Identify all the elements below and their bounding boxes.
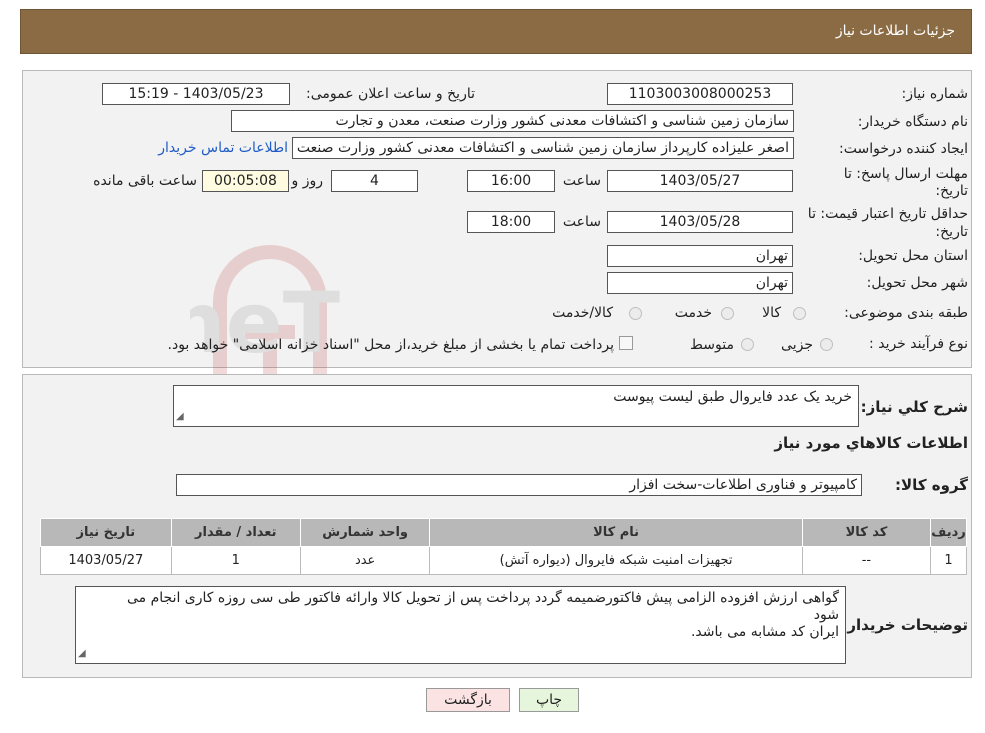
goods-table-header: ردیف کد کالا نام کالا واحد شمارش تعداد /… <box>40 518 967 547</box>
category-option-goods-service: کالا/خدمت <box>552 305 613 321</box>
print-button[interactable]: چاپ <box>519 688 579 712</box>
deadline-label: مهلت ارسال پاسخ: تا <box>843 166 968 182</box>
validity-date-field: 1403/05/28 <box>607 211 793 233</box>
process-option-medium: متوسط <box>690 337 734 353</box>
resize-handle-icon[interactable]: ◢ <box>176 408 184 425</box>
remaining-time-label: ساعت باقی مانده <box>93 173 197 189</box>
need-number-field: 1103003008000253 <box>607 83 793 105</box>
buyer-notes-line-3: ایران کد مشابه می باشد. <box>690 624 839 640</box>
category-label: طبقه بندی موضوعی: <box>844 305 968 321</box>
buyer-notes-line-2: شود <box>813 607 839 623</box>
deadline-time-field: 16:00 <box>467 170 555 192</box>
page-title: جزئیات اطلاعات نیاز <box>835 23 955 39</box>
remaining-time-field: 00:05:08 <box>202 170 289 192</box>
deadline-time-label: ساعت <box>562 173 601 189</box>
validity-time-label: ساعت <box>562 214 601 230</box>
goods-table: ردیف کد کالا نام کالا واحد شمارش تعداد /… <box>40 518 967 575</box>
process-radio-minor[interactable] <box>820 338 833 351</box>
remaining-days-field: 4 <box>331 170 418 192</box>
category-option-service: خدمت <box>674 305 712 321</box>
category-option-goods: کالا <box>762 305 781 321</box>
col-header-goods-code: کد کالا <box>801 518 932 547</box>
buyer-notes-field: گواهی ارزش افزوده الزامی پیش فاکتورضمیمه… <box>75 586 846 664</box>
deadline-date-field: 1403/05/27 <box>607 170 793 192</box>
col-header-quantity: تعداد / مقدار <box>170 518 301 547</box>
creator-field: اصغر علیزاده کارپرداز سازمان زمین شناسی … <box>292 137 794 159</box>
goods-group-label: گروه کالا: <box>895 476 968 494</box>
city-field: تهران <box>607 272 793 294</box>
goods-info-title: اطلاعات کالاهاي مورد نیاز <box>774 434 968 452</box>
buyer-org-label: نام دستگاه خریدار: <box>857 114 968 130</box>
cell-quantity: 1 <box>170 546 301 575</box>
summary-label: شرح کلي نیاز: <box>860 398 968 416</box>
deadline-label-date: تاریخ: <box>935 183 968 199</box>
buyer-contact-link[interactable]: اطلاعات تماس خریدار <box>158 140 288 156</box>
category-radio-service[interactable] <box>721 307 734 320</box>
buyer-notes-line-1: گواهی ارزش افزوده الزامی پیش فاکتورضمیمه… <box>126 590 839 606</box>
treasury-payment-checkbox[interactable] <box>619 336 633 350</box>
cell-unit: عدد <box>299 546 431 575</box>
cell-goods-name: تجهیزات امنیت شبکه فایروال (دیواره آتش) <box>429 546 803 575</box>
creator-label: ایجاد کننده درخواست: <box>839 141 968 157</box>
validity-label: حداقل تاریخ اعتبار قیمت: تا <box>807 206 968 222</box>
process-option-minor: جزیی <box>781 337 813 353</box>
col-header-need-date: تاریخ نیاز <box>40 518 172 547</box>
buyer-notes-label: توضیحات خریدار: <box>841 616 968 634</box>
announce-datetime-label: تاریخ و ساعت اعلان عمومی: <box>306 86 475 102</box>
summary-text: خرید یک عدد فایروال طبق لیست پیوست <box>613 389 852 405</box>
cell-row-number: 1 <box>930 546 967 575</box>
announce-datetime-field: 1403/05/23 - 15:19 <box>102 83 290 105</box>
cell-need-date: 1403/05/27 <box>40 546 172 575</box>
city-label: شهر محل تحویل: <box>866 275 968 291</box>
validity-time-field: 18:00 <box>467 211 555 233</box>
process-radio-medium[interactable] <box>741 338 754 351</box>
page-header: جزئیات اطلاعات نیاز <box>20 9 972 54</box>
province-label: استان محل تحویل: <box>858 248 968 264</box>
table-row: 1 -- تجهیزات امنیت شبکه فایروال (دیواره … <box>40 546 967 575</box>
category-radio-goods-service[interactable] <box>629 307 642 320</box>
cell-goods-code: -- <box>801 546 932 575</box>
goods-group-field: کامپیوتر و فناوری اطلاعات-سخت افزار <box>176 474 862 496</box>
col-header-row-number: ردیف <box>930 518 967 547</box>
col-header-unit: واحد شمارش <box>299 518 431 547</box>
category-radio-goods[interactable] <box>793 307 806 320</box>
treasury-payment-note: پرداخت تمام یا بخشی از مبلغ خرید،از محل … <box>167 337 614 353</box>
resize-handle-icon[interactable]: ◢ <box>78 645 86 662</box>
process-type-label: نوع فرآیند خرید : <box>869 336 968 352</box>
back-button[interactable]: بازگشت <box>426 688 510 712</box>
province-field: تهران <box>607 245 793 267</box>
validity-label-date: تاریخ: <box>935 224 968 240</box>
days-label: روز و <box>291 173 324 189</box>
buyer-org-field: سازمان زمین شناسی و اکتشافات معدنی کشور … <box>231 110 794 132</box>
col-header-goods-name: نام کالا <box>429 518 803 547</box>
summary-field: خرید یک عدد فایروال طبق لیست پیوست ◢ <box>173 385 859 427</box>
need-number-label: شماره نیاز: <box>901 86 969 102</box>
